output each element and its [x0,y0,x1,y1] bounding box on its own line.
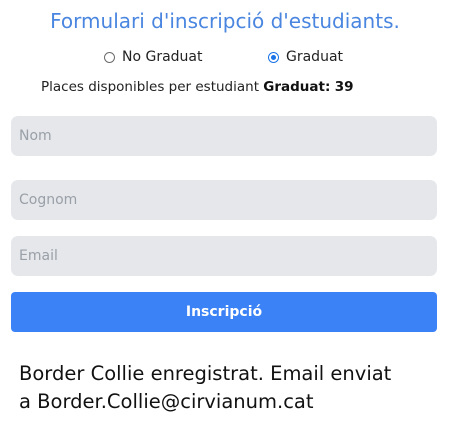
result-line-1: Border Collie enregistrat. Email enviat [19,362,392,385]
radio-option-graduat[interactable]: Graduat [268,46,343,68]
radio-unchecked-icon[interactable] [104,51,115,63]
inscripcio-button[interactable]: Inscripció [11,292,437,332]
cognom-input[interactable]: Cognom [11,180,437,220]
radio-label-graduat: Graduat [286,49,344,65]
places-count: 39 [334,79,354,95]
cognom-placeholder: Cognom [19,192,78,208]
email-input[interactable]: Email [11,236,437,276]
nom-input[interactable]: Nom [11,116,437,156]
places-category: Graduat: [263,79,331,95]
student-type-radio-group: No Graduat Graduat [0,46,450,68]
form-title: Formulari d'inscripció d'estudiants. [50,9,400,33]
radio-option-no-graduat[interactable]: No Graduat [104,46,203,68]
inscripcio-button-label: Inscripció [185,304,263,320]
available-places-text: Places disponibles per estudiant Graduat… [41,79,353,95]
radio-checked-icon[interactable] [268,51,279,63]
result-line-2: a Border.Collie@cirvianum.cat [19,390,314,413]
email-placeholder: Email [19,248,58,264]
radio-label-no-graduat: No Graduat [122,49,203,65]
nom-placeholder: Nom [19,128,52,144]
places-prefix: Places disponibles per estudiant [41,79,264,95]
registration-result-message: Border Collie enregistrat. Email enviat … [19,360,439,416]
